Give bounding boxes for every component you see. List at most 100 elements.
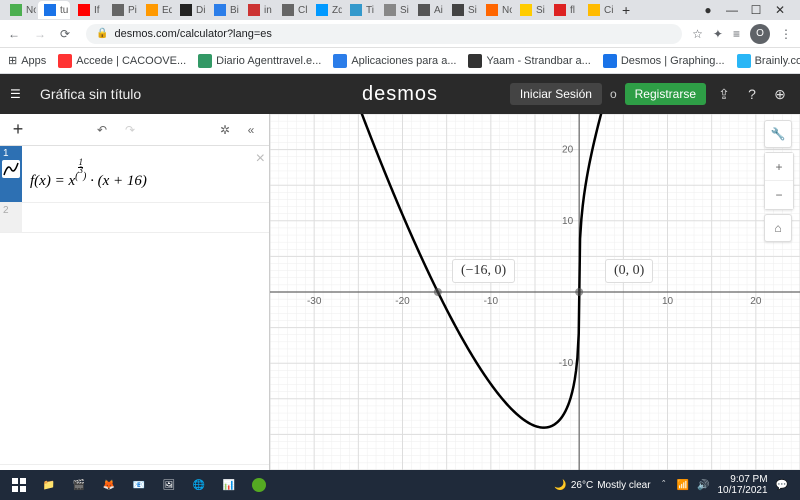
browser-tab[interactable]: Di: [174, 1, 206, 19]
expression-input[interactable]: f(x) = x(13) · (x + 16): [22, 146, 269, 202]
favicon: [180, 4, 192, 16]
bookmark-favicon: [333, 54, 347, 68]
new-tab-button[interactable]: +: [616, 1, 636, 19]
delete-expression-button[interactable]: ×: [256, 150, 265, 168]
notifications-icon[interactable]: 💬: [776, 480, 788, 491]
browser-tab[interactable]: Si: [446, 1, 478, 19]
browser-tab[interactable]: Si: [378, 1, 410, 19]
browser-tab[interactable]: Zd: [310, 1, 342, 19]
browser-tab[interactable]: in: [242, 1, 274, 19]
browser-tab[interactable]: Cl: [276, 1, 308, 19]
browser-tab[interactable]: Bi: [208, 1, 240, 19]
browser-tab[interactable]: fl: [548, 1, 580, 19]
taskbar-app[interactable]: 🖼: [154, 472, 184, 498]
weather-widget[interactable]: 🌙 26°C Mostly clear: [554, 480, 650, 491]
favicon: [452, 4, 464, 16]
graph-canvas[interactable]: -30-20-101020-101020 (−16, 0) (0, 0) 🔧 +…: [270, 114, 800, 500]
add-expression-button[interactable]: +: [6, 118, 30, 142]
bookmark-favicon: [603, 54, 617, 68]
taskbar-app[interactable]: 🦊: [94, 472, 124, 498]
expression-index: 1: [0, 146, 22, 202]
svg-text:10: 10: [562, 216, 574, 227]
expression-row[interactable]: 1 f(x) = x(13) · (x + 16) ×: [0, 146, 269, 203]
browser-tab[interactable]: Ci: [582, 1, 614, 19]
svg-text:20: 20: [562, 145, 574, 156]
star-bookmark-icon[interactable]: ☆: [692, 27, 703, 41]
undo-button[interactable]: ↶: [90, 118, 114, 142]
browser-tab[interactable]: Ai: [412, 1, 444, 19]
sign-up-button[interactable]: Registrarse: [625, 83, 706, 105]
extensions-icon[interactable]: ✦: [713, 27, 723, 41]
bookmark-item[interactable]: Brainly.com - For st...: [737, 54, 800, 68]
taskbar-app[interactable]: 🌐: [184, 472, 214, 498]
browser-tab[interactable]: tu: [38, 1, 70, 19]
favicon: [282, 4, 294, 16]
bookmark-item[interactable]: Desmos | Graphing...: [603, 54, 725, 68]
profile-avatar[interactable]: O: [750, 24, 770, 44]
browser-tab[interactable]: No: [4, 1, 36, 19]
browser-tab[interactable]: Si: [514, 1, 546, 19]
address-bar[interactable]: 🔒 desmos.com/calculator?lang=es: [86, 24, 682, 44]
browser-tab[interactable]: Ti: [344, 1, 376, 19]
weather-desc: Mostly clear: [597, 480, 650, 491]
expression-color-swatch[interactable]: [2, 160, 20, 178]
lock-icon: 🔒: [96, 28, 108, 39]
browser-tab[interactable]: If: [72, 1, 104, 19]
taskbar-app[interactable]: 🎬: [64, 472, 94, 498]
favicon: [112, 4, 124, 16]
browser-tab[interactable]: No: [480, 1, 512, 19]
bookmark-item[interactable]: Yaam - Strandbar a...: [468, 54, 590, 68]
home-zoom-button[interactable]: ⌂: [764, 214, 792, 242]
close-button[interactable]: ✕: [772, 3, 788, 17]
taskbar-app[interactable]: 📁: [34, 472, 64, 498]
taskbar-app[interactable]: [244, 472, 274, 498]
chrome-account-icon[interactable]: ●: [700, 3, 716, 17]
maximize-button[interactable]: ☐: [748, 3, 764, 17]
expression-row-empty[interactable]: 2: [0, 203, 269, 233]
zoom-out-button[interactable]: −: [765, 181, 793, 209]
browser-tab[interactable]: Ed: [140, 1, 172, 19]
bookmark-item[interactable]: Diario Agenttravel.e...: [198, 54, 321, 68]
sign-in-button[interactable]: Iniciar Sesión: [510, 83, 602, 105]
zoom-in-button[interactable]: +: [765, 153, 793, 181]
start-button[interactable]: [4, 472, 34, 498]
reload-button[interactable]: ⟳: [60, 27, 76, 41]
graph-tools: 🔧 + − ⌂: [764, 120, 794, 242]
browser-tab[interactable]: Pi: [106, 1, 138, 19]
menu-icon[interactable]: ≡: [733, 27, 740, 41]
bookmark-favicon: [58, 54, 72, 68]
volume-icon[interactable]: 🔊: [697, 480, 709, 491]
favicon: [146, 4, 158, 16]
favicon: [418, 4, 430, 16]
share-icon[interactable]: ⇪: [714, 86, 734, 103]
graph-title[interactable]: Gráfica sin título: [40, 86, 141, 102]
svg-text:-20: -20: [395, 296, 410, 307]
wrench-settings-button[interactable]: 🔧: [764, 120, 792, 148]
language-icon[interactable]: ⊕: [770, 86, 790, 103]
bookmark-item[interactable]: Aplicaciones para a...: [333, 54, 456, 68]
taskbar-app[interactable]: 📊: [214, 472, 244, 498]
forward-button[interactable]: →: [34, 27, 50, 41]
svg-text:-10: -10: [484, 296, 499, 307]
hamburger-icon[interactable]: ☰: [10, 87, 28, 101]
bookmark-favicon: [468, 54, 482, 68]
tray-chevron-icon[interactable]: ＾: [659, 478, 669, 493]
svg-text:-10: -10: [559, 358, 574, 369]
help-icon[interactable]: ?: [742, 86, 762, 102]
collapse-panel-button[interactable]: «: [239, 118, 263, 142]
favicon: [214, 4, 226, 16]
clock[interactable]: 9:07 PM 10/17/2021: [717, 474, 767, 496]
bookmark-item[interactable]: Accede | CACOOVE...: [58, 54, 186, 68]
back-button[interactable]: ←: [8, 27, 24, 41]
favicon: [78, 4, 90, 16]
settings-icon[interactable]: ✲: [213, 118, 237, 142]
url-text: desmos.com/calculator?lang=es: [114, 28, 271, 40]
redo-button[interactable]: ↷: [118, 118, 142, 142]
wifi-icon[interactable]: 📶: [677, 480, 689, 491]
chrome-menu-icon[interactable]: ⋮: [780, 27, 792, 41]
favicon: [44, 4, 56, 16]
taskbar-app[interactable]: 📧: [124, 472, 154, 498]
apps-shortcut[interactable]: ⊞Apps: [8, 54, 46, 67]
favicon: [248, 4, 260, 16]
minimize-button[interactable]: —: [724, 3, 740, 17]
